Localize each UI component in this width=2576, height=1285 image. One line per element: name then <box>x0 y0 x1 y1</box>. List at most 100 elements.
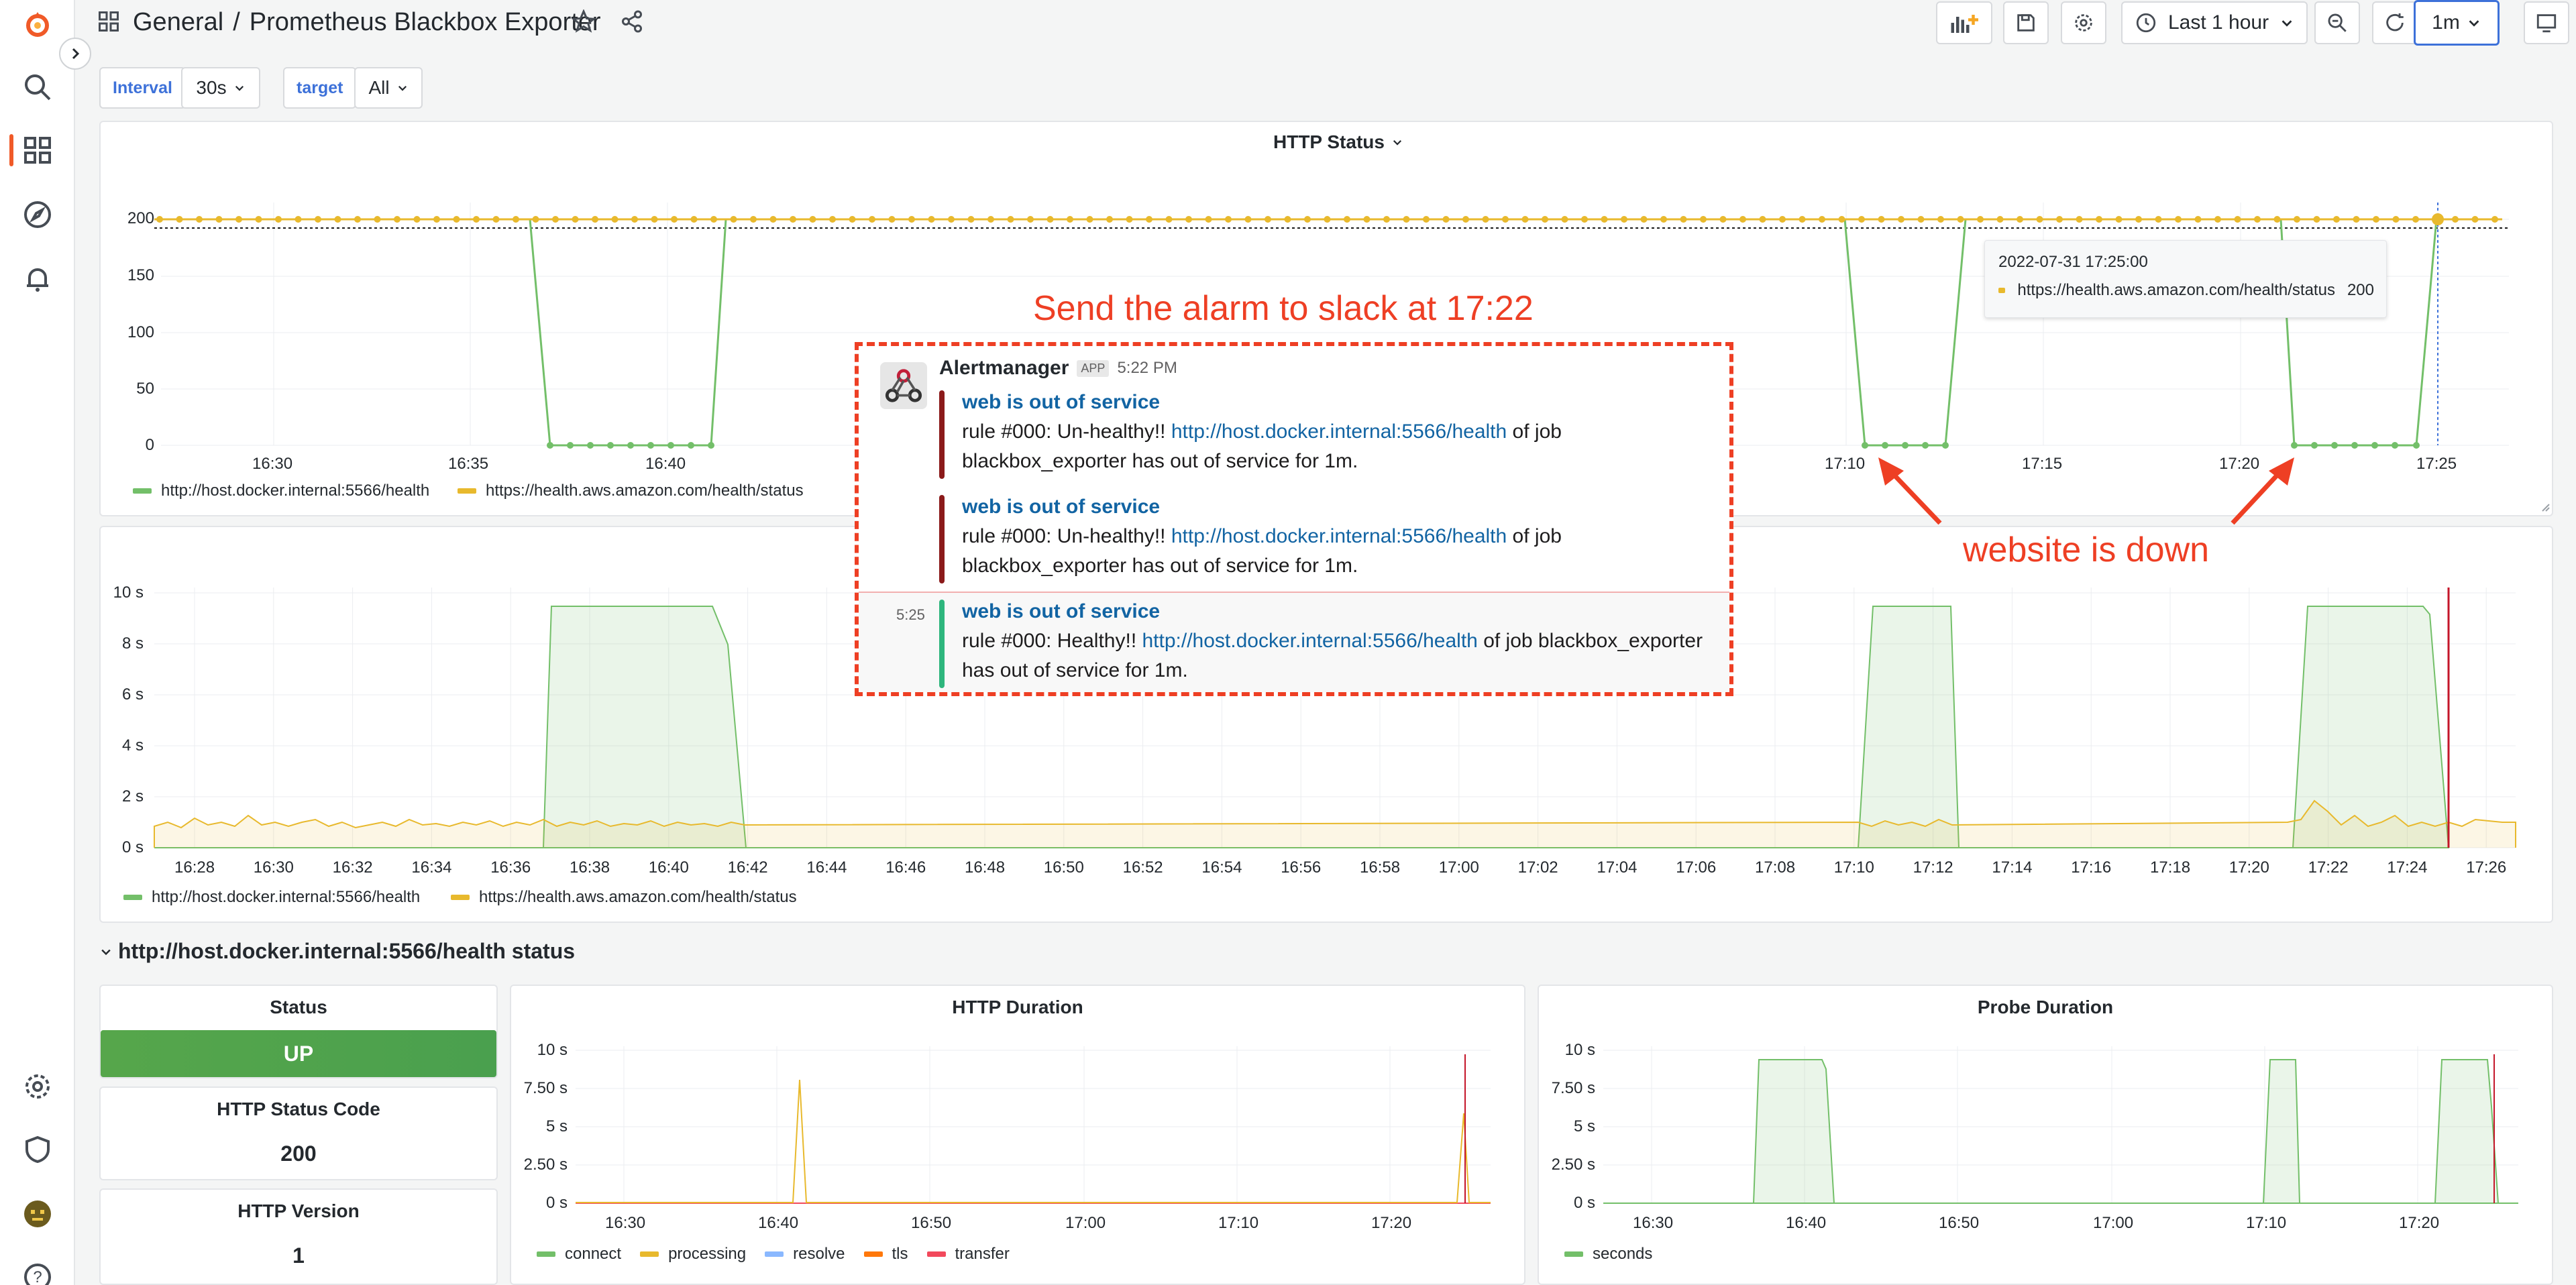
series-point <box>315 216 321 223</box>
legend-item[interactable]: transfer <box>926 1245 1010 1264</box>
attachment-title[interactable]: web is out of service <box>962 597 1727 626</box>
explore-icon[interactable] <box>19 196 56 233</box>
legend-swatch <box>133 488 152 494</box>
legend-item[interactable]: https://health.aws.amazon.com/health/sta… <box>458 482 804 500</box>
status-value: UP <box>101 1030 496 1077</box>
dashboard-settings-button[interactable] <box>2061 1 2106 44</box>
legend-swatch <box>537 1251 555 1257</box>
dashboards-icon[interactable] <box>19 131 56 169</box>
search-icon[interactable] <box>19 68 56 106</box>
series-point <box>1027 216 1034 223</box>
hover-point <box>2432 213 2444 225</box>
attachment-text: blackbox_exporter has out of service for… <box>962 450 1358 472</box>
grid-icon <box>97 9 121 37</box>
x-tick: 17:18 <box>2150 858 2191 877</box>
legend-item[interactable]: https://health.aws.amazon.com/health/sta… <box>451 888 797 907</box>
x-tick: 16:34 <box>411 858 452 877</box>
chevron-down-icon <box>101 949 111 955</box>
shield-icon[interactable] <box>19 1131 56 1168</box>
series-point <box>1937 216 1944 223</box>
series-point <box>829 216 836 223</box>
x-tick: 17:06 <box>1676 858 1717 877</box>
panel-title[interactable]: HTTP Version <box>101 1200 496 1222</box>
refresh-button[interactable] <box>2372 1 2418 44</box>
save-button[interactable] <box>2003 1 2049 44</box>
probe-duration-chart[interactable] <box>1539 986 2555 1285</box>
add-panel-button[interactable] <box>1936 1 1992 44</box>
avatar[interactable] <box>19 1195 56 1233</box>
target-select[interactable]: All <box>354 67 423 109</box>
legend-item[interactable]: http://host.docker.internal:5566/health <box>123 888 420 907</box>
grafana-logo-icon[interactable] <box>19 5 56 43</box>
row-header[interactable]: http://host.docker.internal:5566/health … <box>99 939 575 964</box>
series-point <box>255 216 262 223</box>
x-tick: 17:12 <box>1913 858 1953 877</box>
x-tick: 16:50 <box>911 1214 952 1232</box>
series-point <box>1126 216 1133 223</box>
series-point <box>1719 216 1727 223</box>
series-point <box>1146 216 1152 223</box>
attachment-title[interactable]: web is out of service <box>962 388 1727 417</box>
health-link[interactable]: http://host.docker.internal:5566/health <box>1171 421 1507 443</box>
legend-item[interactable]: connect <box>537 1245 621 1264</box>
legend: connect processing resolve tls transfer <box>537 1245 1010 1264</box>
x-tick: 16:40 <box>758 1214 799 1232</box>
zoom-out-button[interactable] <box>2314 1 2360 44</box>
help-icon[interactable]: ? <box>19 1258 56 1285</box>
interval-value: 30s <box>196 77 227 98</box>
legend-item[interactable]: http://host.docker.internal:5566/health <box>133 482 429 500</box>
x-tick: 17:08 <box>1755 858 1796 877</box>
health-link[interactable]: http://host.docker.internal:5566/health <box>1171 525 1507 547</box>
slack-sender[interactable]: Alertmanager <box>939 357 1069 380</box>
health-link[interactable]: http://host.docker.internal:5566/health <box>1142 630 1478 652</box>
alerting-icon[interactable] <box>19 260 56 298</box>
view-mode-button[interactable] <box>2524 1 2569 44</box>
attachment-text: blackbox_exporter has out of service for… <box>962 555 1358 577</box>
annotation-arrows <box>1878 457 2294 525</box>
series-point <box>2214 216 2221 223</box>
series-point <box>2491 216 2498 223</box>
resize-handle-icon[interactable] <box>2542 504 2550 512</box>
star-icon[interactable] <box>571 9 596 37</box>
settings-icon[interactable] <box>19 1068 56 1105</box>
series-area-aws <box>154 799 2516 848</box>
series-point <box>1225 216 1232 223</box>
legend-swatch <box>926 1251 946 1257</box>
tooltip-row: https://health.aws.amazon.com/health/sta… <box>1998 281 2374 300</box>
x-tick: 17:26 <box>2466 858 2507 877</box>
series-point <box>1304 216 1311 223</box>
share-icon[interactable] <box>620 9 644 37</box>
series-point <box>1284 216 1291 223</box>
series-point <box>750 216 757 223</box>
dashboard-title[interactable]: Prometheus Blackbox Exporter <box>250 8 601 37</box>
series-point <box>1265 216 1271 223</box>
interval-select[interactable]: 30s <box>181 67 260 109</box>
refresh-interval-picker[interactable]: 1m <box>2414 0 2500 46</box>
series-point <box>2017 216 2023 223</box>
gear-icon <box>2075 14 2092 32</box>
series-point <box>1542 216 1548 223</box>
series-point <box>1621 216 1627 223</box>
legend-item[interactable]: seconds <box>1564 1245 1652 1264</box>
legend-item[interactable]: resolve <box>765 1245 845 1264</box>
x-tick: 17:20 <box>2399 1214 2440 1232</box>
time-picker[interactable]: Last 1 hour <box>2121 1 2308 44</box>
series-point <box>433 216 440 223</box>
legend-item[interactable]: processing <box>640 1245 746 1264</box>
legend-label: https://health.aws.amazon.com/health/sta… <box>486 482 804 500</box>
series-point <box>2115 216 2123 223</box>
http-duration-chart[interactable] <box>511 986 1527 1285</box>
panel-title[interactable]: Status <box>101 997 496 1018</box>
panel-title[interactable]: HTTP Status Code <box>101 1099 496 1120</box>
legend-item[interactable]: tls <box>863 1245 908 1264</box>
series-point <box>513 216 519 223</box>
x-tick: 17:00 <box>2093 1214 2134 1232</box>
series-point <box>2452 216 2459 223</box>
series-point <box>1324 216 1331 223</box>
chart-tooltip: 2022-07-31 17:25:00 https://health.aws.a… <box>1984 240 2387 318</box>
x-tick: 16:36 <box>490 858 531 877</box>
attachment-title[interactable]: web is out of service <box>962 492 1727 522</box>
breadcrumb-folder[interactable]: General <box>133 8 223 37</box>
legend-swatch <box>765 1251 784 1257</box>
series-point <box>1878 216 1885 223</box>
